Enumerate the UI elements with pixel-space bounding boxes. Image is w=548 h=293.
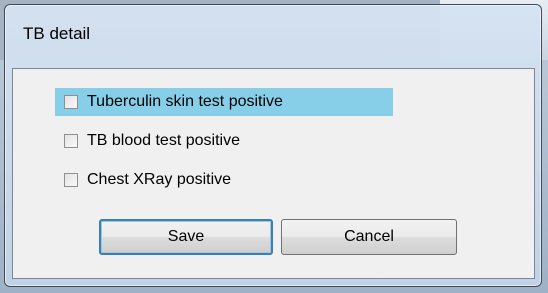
- option-label: Chest XRay positive: [87, 171, 232, 188]
- option-label: TB blood test positive: [87, 132, 240, 149]
- option-tuberculin-skin-test[interactable]: Tuberculin skin test positive: [55, 88, 393, 116]
- checkbox-tb-blood-test[interactable]: [64, 134, 78, 148]
- option-label: Tuberculin skin test positive: [87, 93, 283, 110]
- tb-detail-dialog: TB detail Tuberculin skin test positive …: [4, 4, 542, 287]
- save-button[interactable]: Save: [99, 219, 273, 255]
- checkbox-chest-xray[interactable]: [64, 173, 78, 187]
- cancel-button[interactable]: Cancel: [281, 219, 457, 255]
- dialog-content: Tuberculin skin test positive TB blood t…: [12, 68, 535, 279]
- checkbox-tuberculin-skin-test[interactable]: [64, 95, 78, 109]
- option-chest-xray[interactable]: Chest XRay positive: [55, 166, 231, 194]
- dialog-title: TB detail: [23, 24, 91, 43]
- option-tb-blood-test[interactable]: TB blood test positive: [55, 127, 240, 155]
